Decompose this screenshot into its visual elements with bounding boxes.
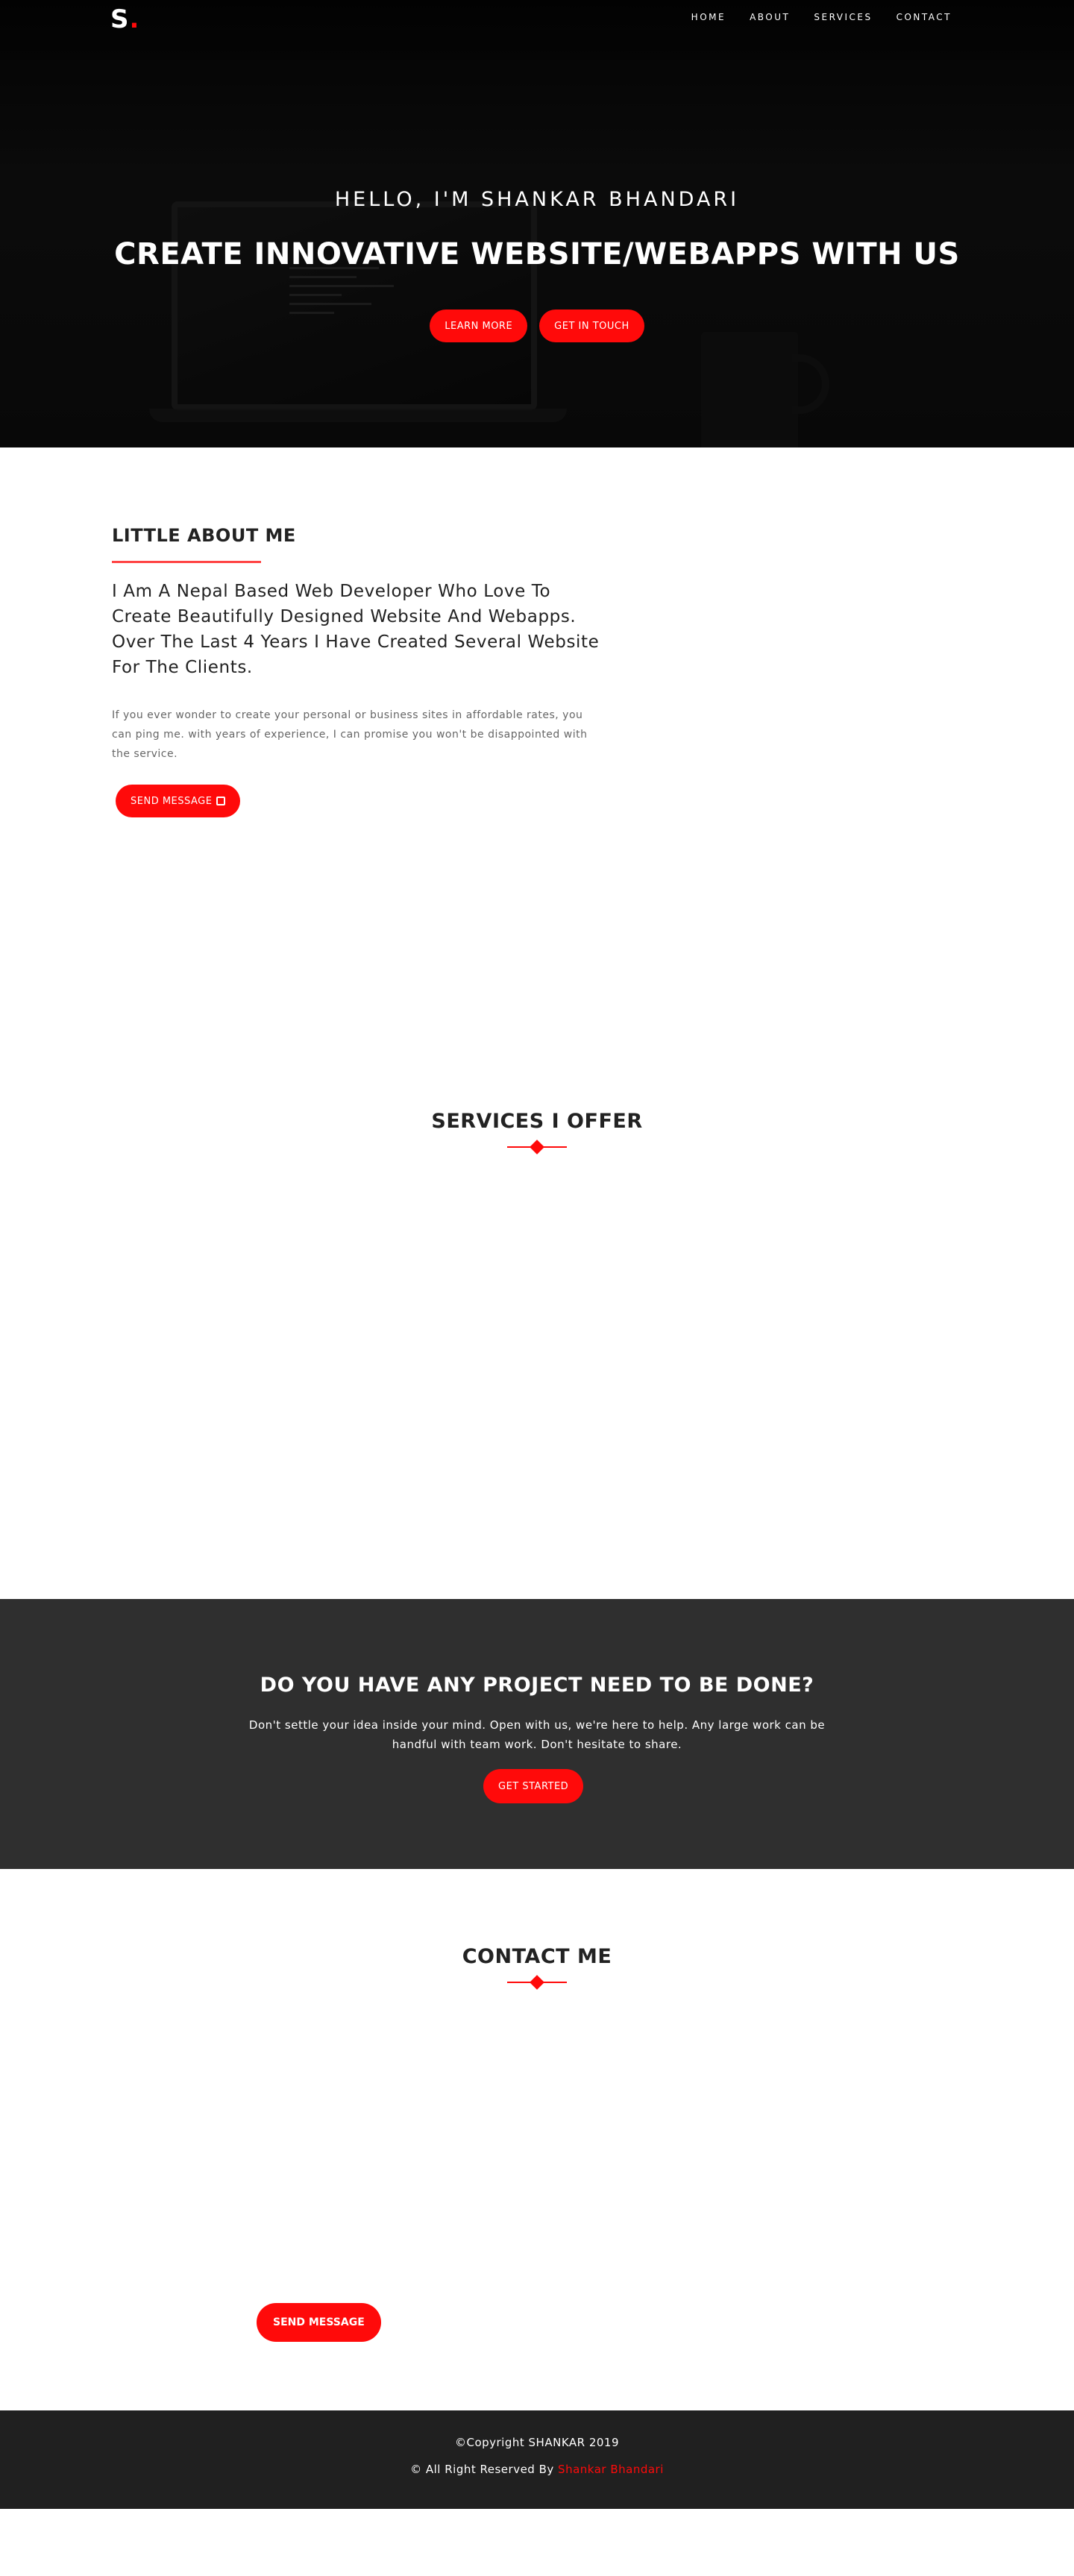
hero-subtitle: HELLO, I'M SHANKAR BHANDARI: [334, 188, 740, 211]
nav-links: HOME ABOUT SERVICES CONTACT: [691, 12, 952, 22]
hero-overlay: [0, 0, 1074, 447]
services-divider: [507, 1140, 567, 1155]
about-send-message-label: SEND MESSAGE: [131, 795, 213, 807]
contact-title: CONTACT ME: [462, 1945, 612, 1968]
footer: ©Copyright SHANKAR 2019 © All Right Rese…: [0, 2410, 1074, 2509]
diamond-divider-icon: [530, 1975, 544, 1990]
site-logo[interactable]: S.: [110, 4, 139, 34]
footer-author-link[interactable]: Shankar Bhandari: [558, 2463, 664, 2476]
hero-buttons: LEARN MORE GET IN TOUCH: [0, 310, 1074, 342]
about-send-message-button[interactable]: SEND MESSAGE: [116, 785, 241, 817]
nav-link-home[interactable]: HOME: [691, 12, 726, 22]
about-title-underline: [112, 561, 261, 563]
hero-section: HELLO, I'M SHANKAR BHANDARI CREATE INNOV…: [0, 0, 1074, 447]
logo-letter: S: [110, 4, 130, 34]
footer-rights: © All Right Reserved By Shankar Bhandari: [0, 2463, 1074, 2476]
nav-link-about[interactable]: ABOUT: [750, 12, 790, 22]
about-body-text: If you ever wonder to create your person…: [112, 709, 588, 760]
project-title: DO YOU HAVE ANY PROJECT NEED TO BE DONE?: [260, 1674, 814, 1697]
logo-dot: .: [129, 4, 140, 34]
nav-link-contact[interactable]: CONTACT: [896, 12, 952, 22]
learn-more-button[interactable]: LEARN MORE: [430, 310, 528, 342]
contact-divider: [507, 1975, 567, 1990]
contact-send-message-button[interactable]: SEND MESSAGE: [257, 2303, 381, 2342]
footer-rights-prefix: © All Right Reserved By: [410, 2463, 554, 2476]
nav-link-services[interactable]: SERVICES: [814, 12, 872, 22]
diamond-divider-icon: [530, 1140, 544, 1155]
footer-copyright: ©Copyright SHANKAR 2019: [454, 2436, 620, 2449]
hero-title: CREATE INNOVATIVE WEBSITE/WEBAPPS WITH U…: [114, 237, 960, 271]
project-cta-section: DO YOU HAVE ANY PROJECT NEED TO BE DONE?…: [0, 1599, 1074, 1869]
get-started-button[interactable]: GET STARTED: [483, 1769, 584, 1803]
services-title: SERVICES I OFFER: [431, 1110, 643, 1133]
about-lead-text: I Am A Nepal Based Web Developer Who Lov…: [112, 582, 600, 677]
top-navbar: S. HOME ABOUT SERVICES CONTACT: [0, 0, 1074, 37]
project-text: Don't settle your idea inside your mind.…: [248, 1718, 826, 1751]
about-title: LITTLE ABOUT ME: [112, 525, 296, 546]
get-in-touch-button[interactable]: GET IN TOUCH: [539, 310, 644, 342]
message-icon: [216, 797, 226, 805]
